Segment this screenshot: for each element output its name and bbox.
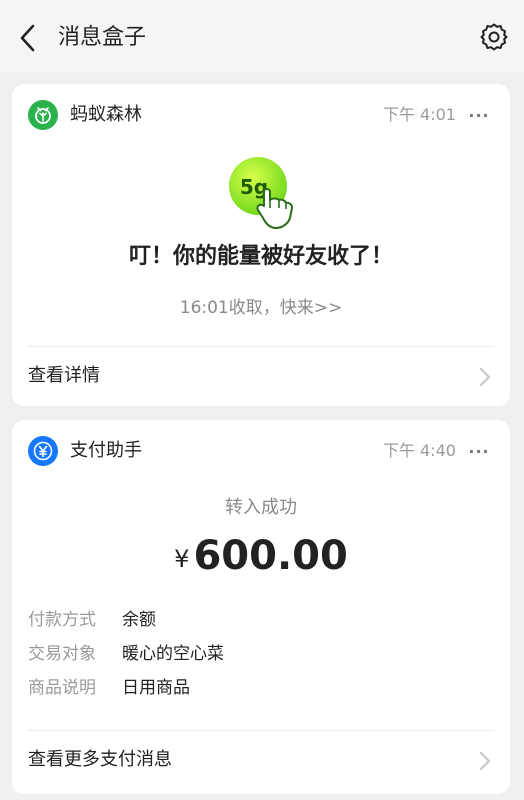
- app-name: 蚂蚁森林: [70, 104, 142, 125]
- chevron-right-icon: [480, 752, 490, 770]
- card-header: 支付助手 下午 4:40 ···: [12, 420, 510, 480]
- detail-row: 交易对象 暖心的空心菜: [28, 640, 494, 668]
- page-title: 消息盒子: [58, 25, 147, 50]
- settings-button[interactable]: [478, 21, 510, 53]
- view-details-link[interactable]: 查看详情: [12, 352, 510, 400]
- more-payment-messages-link[interactable]: 查看更多支付消息: [12, 736, 510, 784]
- message-time: 下午 4:01: [382, 105, 456, 124]
- currency-symbol: ¥: [174, 545, 190, 573]
- message-time: 下午 4:40: [382, 441, 456, 460]
- transaction-amount: ¥600.00: [12, 530, 510, 590]
- amount-value: 600.00: [193, 533, 348, 579]
- detail-key: 商品说明: [28, 678, 96, 698]
- view-details-label: 查看详情: [28, 365, 100, 386]
- divider: [28, 730, 494, 731]
- card-header: 蚂蚁森林 下午 4:01 ···: [12, 84, 510, 144]
- payment-message-card: 支付助手 下午 4:40 ··· 转入成功 ¥600.00 付款方式 余额 交易…: [12, 420, 510, 794]
- detail-row: 商品说明 日用商品: [28, 674, 494, 702]
- detail-value: 余额: [122, 610, 156, 630]
- app-name: 支付助手: [70, 440, 142, 461]
- more-options-button[interactable]: ···: [466, 438, 492, 464]
- detail-key: 交易对象: [28, 644, 96, 664]
- energy-ball-icon: 5g: [229, 157, 293, 229]
- forest-message-card: 蚂蚁森林 下午 4:01 ··· 5g 叮！你的能量被好友收了！ 16:01收取…: [12, 84, 510, 406]
- detail-key: 付款方式: [28, 610, 96, 630]
- divider: [28, 346, 494, 347]
- top-bar: 消息盒子: [0, 0, 524, 72]
- more-payment-messages-label: 查看更多支付消息: [28, 749, 172, 770]
- notification-subtext[interactable]: 16:01收取，快来>>: [12, 294, 510, 322]
- yen-icon: [33, 441, 53, 461]
- chevron-right-icon: [480, 368, 490, 386]
- forest-app-icon: [28, 100, 58, 130]
- detail-value: 日用商品: [122, 678, 190, 698]
- transaction-status: 转入成功: [225, 497, 297, 518]
- pay-app-icon: [28, 436, 58, 466]
- chevron-left-icon: [20, 24, 35, 52]
- notification-heading: 叮！你的能量被好友收了！: [128, 244, 393, 269]
- detail-row: 付款方式 余额: [28, 606, 494, 634]
- back-button[interactable]: [12, 20, 44, 56]
- detail-value: 暖心的空心菜: [122, 644, 224, 664]
- leaf-icon: [35, 107, 51, 124]
- more-options-button[interactable]: ···: [466, 102, 492, 128]
- gear-icon: [480, 23, 508, 51]
